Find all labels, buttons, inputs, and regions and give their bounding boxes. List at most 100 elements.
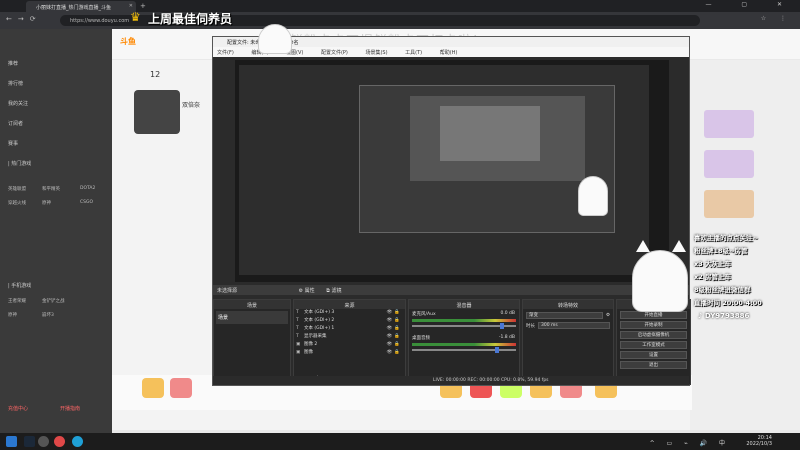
sidebar-game-link[interactable]: 崩坏3 [42, 312, 54, 318]
slider-knob[interactable] [500, 323, 505, 329]
sidebar-game-link[interactable]: 穿越火线 [8, 200, 26, 206]
sidebar-recharge-link[interactable]: 充值中心 [8, 405, 28, 412]
start-streaming-button[interactable]: 开始直播 [620, 311, 687, 319]
browser-toolbar: ←→⟳ https://www.douyu.com ☆ ⋮ [0, 12, 800, 29]
settings-button[interactable]: 设置 [620, 351, 687, 359]
source-item[interactable]: ▣ 图像 2 👁🔒 [294, 341, 405, 349]
visibility-lock-icon[interactable]: 👁🔒 [387, 317, 402, 325]
source-name: 图像 2 [304, 342, 318, 347]
menu-file[interactable]: 文件(F) [217, 50, 234, 56]
menu-help[interactable]: 帮助(H) [440, 50, 458, 56]
visibility-lock-icon[interactable]: 👁🔒 [387, 341, 402, 349]
sidebar-item-subscribed[interactable]: 订阅者 [8, 120, 23, 127]
extension-icons[interactable]: ☆ ⋮ [761, 15, 792, 22]
promo-tile[interactable] [704, 190, 754, 218]
sidebar-game-link[interactable]: CSGO [80, 200, 93, 205]
tiktok-id: DY9793886 [704, 312, 750, 320]
studio-mode-button[interactable]: 工作室模式 [620, 341, 687, 349]
sidebar-guide-link[interactable]: 开播指南 [60, 405, 80, 412]
gear-icon[interactable]: ⚙ [606, 313, 610, 318]
transition-type-row: 渐变 ⚙ [526, 312, 610, 319]
window-controls[interactable]: — ▢ ✕ [705, 1, 796, 8]
sidebar-item-ranking[interactable]: 排行榜 [8, 80, 23, 87]
menu-scene-collection[interactable]: 场景集(S) [365, 50, 387, 56]
exit-button[interactable]: 退出 [620, 361, 687, 369]
volume-slider[interactable] [412, 323, 516, 329]
virtual-camera-button[interactable]: 启动虚拟摄像机 [620, 331, 687, 339]
visibility-lock-icon[interactable]: 👁🔒 [387, 333, 402, 341]
slider-knob[interactable] [495, 347, 500, 353]
visibility-lock-icon[interactable]: 👁🔒 [387, 325, 402, 333]
transition-type-select[interactable]: 渐变 [526, 312, 603, 319]
obs-status-bar: LIVE: 00:00:00 REC: 00:00:00 CPU: 0.8%, … [213, 376, 689, 385]
sidebar-game-link[interactable]: DOTA2 [80, 186, 95, 191]
source-item[interactable]: T 显示器采集 👁🔒 [294, 333, 405, 341]
sidebar-item-recommend[interactable]: 推荐 [8, 60, 18, 67]
rule-line: 直播时间 20:00-4:00 [694, 299, 762, 307]
source-item[interactable]: T 文本 (GDI+) 1 👁🔒 [294, 325, 405, 333]
obs-taskbar-icon[interactable] [38, 436, 49, 447]
system-tray-icons[interactable]: ^ ▭ ⌁ 🔊 中 [650, 438, 730, 447]
sidebar-game-link[interactable]: 和平精英 [42, 186, 60, 192]
cat-ear-icon [672, 240, 686, 252]
sidebar-game-link[interactable]: 原神 [8, 312, 17, 318]
site-logo[interactable]: 斗鱼 [120, 36, 136, 47]
nested-preview [410, 96, 585, 181]
sidebar-game-link[interactable]: 英雄联盟 [8, 186, 26, 192]
follow-count: 12 [150, 70, 161, 79]
browser-tab-strip: 小丽妹打直播_热门游戏直播_斗鱼 ✕ + — ▢ ✕ [0, 0, 800, 12]
properties-button[interactable]: ⚙ 属性 [299, 288, 315, 294]
sidebar-item-events[interactable]: 赛事 [8, 140, 18, 147]
no-source-label: 未选择源 [217, 288, 238, 294]
filters-button[interactable]: ⧉ 滤镜 [326, 288, 341, 294]
cat-mascot-icon [632, 250, 688, 312]
visibility-lock-icon[interactable]: 👁🔒 [387, 309, 402, 317]
edge-icon[interactable] [72, 436, 83, 447]
avatar[interactable] [134, 90, 180, 134]
mixer-dock: 混音器 麦克风/Aux 0.0 dB 桌面音频 -1.8 dB [408, 299, 520, 385]
source-item[interactable]: T 文本 (GDI+) 3 👁🔒 [294, 309, 405, 317]
browser-tab[interactable]: 小丽妹打直播_热门游戏直播_斗鱼 ✕ [26, 1, 136, 12]
tab-title: 小丽妹打直播_热门游戏直播_斗鱼 [36, 5, 112, 11]
nested-obs-capture [359, 85, 615, 233]
sources-dock: 来源 T 文本 (GDI+) 3 👁🔒 T 文本 (GDI+) 2 👁🔒 T 文本 (GD… [293, 299, 406, 385]
menu-profile[interactable]: 配置文件(P) [321, 50, 348, 56]
sidebar-item-following[interactable]: 我的关注 [8, 100, 28, 107]
menu-tools[interactable]: 工具(T) [405, 50, 422, 56]
scene-item[interactable]: 场景 [216, 311, 288, 324]
rules-title: 喜欢主播的点点关注~ [694, 234, 758, 242]
gift-icon[interactable] [142, 378, 164, 398]
nested-preview-deep [440, 106, 540, 161]
scenes-header: 场景 [214, 300, 290, 309]
gift-icon[interactable] [170, 378, 192, 398]
chrome-icon[interactable] [54, 436, 65, 447]
text-source-icon: T [296, 318, 299, 323]
start-recording-button[interactable]: 开始录制 [620, 321, 687, 329]
volume-slider[interactable] [412, 347, 516, 353]
visibility-lock-icon[interactable]: 👁🔒 [387, 349, 402, 357]
source-item[interactable]: T 文本 (GDI+) 2 👁🔒 [294, 317, 405, 325]
rule-line: x3 大灰上车 [694, 260, 731, 268]
clock-date: 2022/10/3 [746, 441, 772, 447]
sidebar-game-link[interactable]: 金铲铲之战 [42, 298, 65, 304]
sidebar-game-link[interactable]: 王者荣耀 [8, 298, 26, 304]
promo-tile[interactable] [704, 150, 754, 178]
sidebar-game-link[interactable]: 原神 [42, 200, 51, 206]
clock[interactable]: 20:14 2022/10/3 [746, 435, 772, 447]
rule-line: x2 房管上车 [694, 273, 731, 281]
new-tab-button[interactable]: + [140, 2, 146, 10]
text-source-icon: T [296, 334, 299, 339]
image-source-icon: ▣ [296, 342, 301, 347]
promo-tile[interactable] [704, 110, 754, 138]
transitions-header: 转场特效 [523, 300, 613, 309]
navigation-icons[interactable]: ←→⟳ [6, 15, 42, 23]
best-feeder-banner: 上周最佳伺养员 [148, 12, 233, 26]
streamer-name[interactable]: 双倍奈 [182, 100, 200, 109]
duration-input[interactable]: 300 ms [538, 322, 610, 329]
source-item[interactable]: ▣ 图像 👁🔒 [294, 349, 405, 357]
steam-icon[interactable] [24, 436, 35, 447]
obs-preview-canvas[interactable] [235, 60, 669, 282]
close-icon[interactable]: ✕ [129, 3, 133, 9]
text-source-icon: T [296, 310, 299, 315]
windows-start-icon[interactable] [6, 436, 17, 447]
